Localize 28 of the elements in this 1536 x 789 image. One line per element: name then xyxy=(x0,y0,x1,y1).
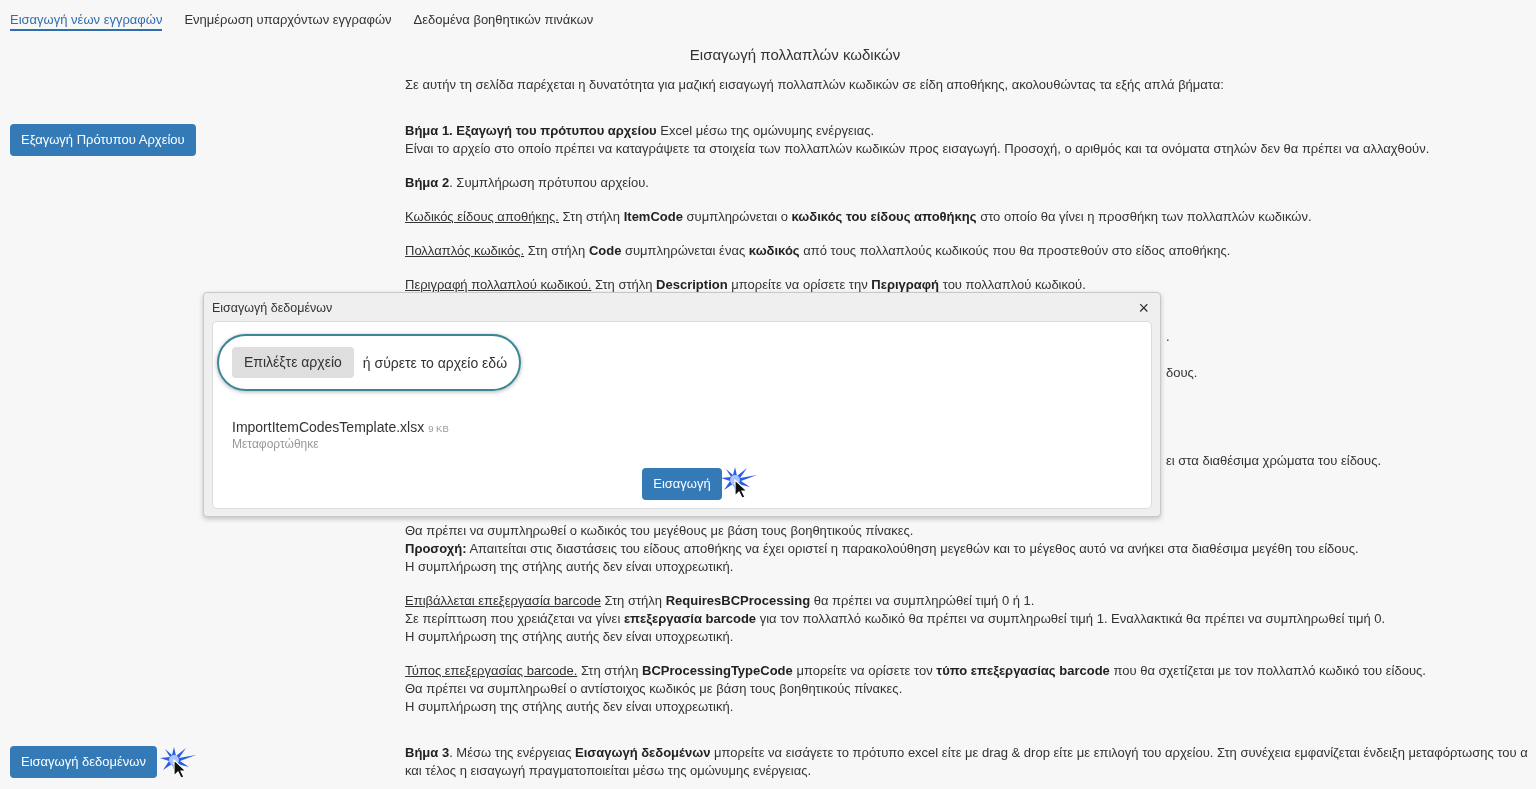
text-fragment: δους. xyxy=(1166,365,1198,380)
close-button[interactable]: × xyxy=(1135,299,1152,317)
instruction-text: Κωδικός είδους αποθήκης. Στη στήλη ItemCode συμπληρώνεται ο κωδικός του είδους αποθήκης στο οποίο θα γίνει η προσθήκη των πολλαπλών κωδικών. xyxy=(405,208,1313,226)
tab[interactable]: Εισαγωγή νέων εγγραφών xyxy=(10,12,163,31)
instruction-text: Πολλαπλός κωδικός. Στη στήλη Code συμπληρώνεται ένας κωδικός από τους πολλαπλούς κωδικούς που θα προστεθούν στο είδος αποθήκης. xyxy=(405,242,1232,260)
upload-status: Μεταφορτώθηκε xyxy=(232,436,320,452)
drop-hint-text: ή σύρετε το αρχείο εδώ xyxy=(362,354,508,371)
import-button[interactable]: Εισαγωγή xyxy=(642,468,722,500)
file-drop-zone[interactable]: Επιλέξτε αρχείο ή σύρετε το αρχείο εδώ xyxy=(217,334,522,391)
file-size: 9 KB xyxy=(428,423,449,434)
instruction-text: Βήμα 2. Συμπλήρωση πρότυπου αρχείου. xyxy=(405,174,650,192)
export-template-button[interactable]: Εξαγωγή Πρότυπου Αρχείου xyxy=(10,124,196,156)
instruction-text: Περιγραφή πολλαπλού κωδικού. Στη στήλη Description μπορείτε να ορίσετε την Περιγραφή του πολλαπλού κωδικού. xyxy=(405,276,1087,294)
import-data-button[interactable]: Εισαγωγή δεδομένων xyxy=(10,746,158,778)
intro-text: Σε αυτήν τη σελίδα παρέχεται η δυνατότητα για μαζική εισαγωγή πολλαπλών κωδικών σε είδη αποθήκης, ακολουθώντας τα εξής απλά βήματα: xyxy=(405,76,1225,94)
choose-file-button[interactable]: Επιλέξτε αρχείο xyxy=(232,347,354,378)
instruction-text: Επιβάλλεται επεξεργασία barcode Στη στήλη RequiresBCProcessing θα πρέπει να συμπληρώθεί τιμή 0 ή 1. Σε περίπτωση που χρειάζεται να γίνει επεξεργασία barcode για τον πολλαπλό κωδικό θα πρέπει να συμπληρωθεί τιμή 1. Εναλλακτικά θα πρέπει να συμπληρωθεί τιμή 0. Η συμπλήρωση της στήλης αυτής δεν είναι υποχρεωτική. xyxy=(405,592,1387,646)
instruction-text: Τύπος επεξεργασίας barcode. Στη στήλη BCProcessingTypeCode μπορείτε να ορίσετε τον τύπο επεξεργασίας barcode που θα σχετίζεται με τον πολλαπλό κωδικό του είδους. Θα πρέπει να συμπληρωθεί ο αντίστοιχος κωδικός με βάση τους βοηθητικούς πίνακες. Η συμπλήρωση της στήλης αυτής δεν είναι υποχρεωτική. xyxy=(405,662,1427,716)
instruction-text: Βήμα 3. Μέσω της ενέργειας Εισαγωγή δεδομένων μπορείτε να εισάγετε το πρότυπο excel είτε με drag & drop είτε με επιλογή του αρχείου. Στη συνέχεια εμφανίζεται ένδειξη μεταφόρτωσης του α και τέλος η εισαγωγή πραγματοποιείται μέσω της ομώνυμης ενέργειας. xyxy=(405,744,1529,780)
instruction-text: Βήμα 1. Εξαγωγή του πρότυπου αρχείου Excel μέσω της ομώνυμης ενέργειας. Είναι το αρχείο στο οποίο πρέπει να καταγράψετε τα στοιχεία των πολλαπλών κωδικών προς εισαγωγή. Προσοχή, ο αριθμός και τα ονόματα στηλών δεν θα πρέπει να αλλαχθούν. xyxy=(405,122,1431,158)
page-title: Εισαγωγή πολλαπλών κωδικών xyxy=(688,45,902,65)
dialog-title: Εισαγωγή δεδομένων xyxy=(212,301,333,315)
instruction-text: Θα πρέπει να συμπληρωθεί ο κωδικός του μεγέθους με βάση τους βοηθητικούς πίνακες. Προσοχή: Απαιτείται στις διαστάσεις του είδους αποθήκης να έχει οριστεί η παρακολούθηση μεγεθών και το μέγεθος αυτό να ανήκει στα διαθέσιμα μεγέθη του είδους. Η συμπλήρωση της στήλης αυτής δεν είναι υποχρεωτική. xyxy=(405,522,1360,576)
text-fragment: ει στα διαθέσιμα χρώματα του είδους. xyxy=(1166,453,1382,468)
file-name: ImportItemCodesTemplate.xlsx xyxy=(232,419,425,435)
text-fragment: . xyxy=(1166,329,1170,344)
tab[interactable]: Δεδομένα βοηθητικών πινάκων xyxy=(413,12,594,31)
tab[interactable]: Ενημέρωση υπαρχόντων εγγραφών xyxy=(184,12,392,31)
